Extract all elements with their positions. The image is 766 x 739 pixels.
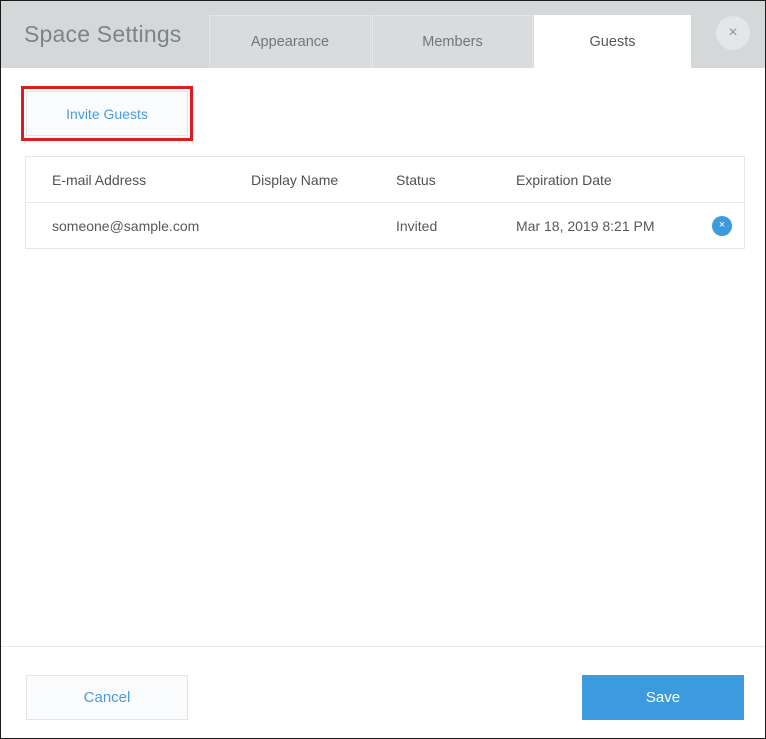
save-button[interactable]: Save xyxy=(582,675,744,720)
tab-appearance[interactable]: Appearance xyxy=(209,15,371,68)
guests-table: E-mail Address Display Name Status Expir… xyxy=(25,156,745,249)
table-header-row: E-mail Address Display Name Status Expir… xyxy=(26,157,744,203)
column-header-expiration-date: Expiration Date xyxy=(516,172,706,188)
cancel-button-label: Cancel xyxy=(84,689,131,706)
table-row: someone@sample.com Invited Mar 18, 2019 … xyxy=(26,203,744,248)
save-button-label: Save xyxy=(646,689,680,706)
column-header-email: E-mail Address xyxy=(26,172,251,188)
close-icon[interactable]: × xyxy=(716,16,750,50)
page-title: Space Settings xyxy=(24,21,182,48)
cancel-button[interactable]: Cancel xyxy=(26,675,188,720)
tab-members[interactable]: Members xyxy=(372,15,533,68)
column-header-status: Status xyxy=(396,172,516,188)
tab-guests-label: Guests xyxy=(590,34,636,50)
column-header-display-name: Display Name xyxy=(251,172,396,188)
invite-guests-label: Invite Guests xyxy=(66,106,148,122)
cell-expiration-date: Mar 18, 2019 8:21 PM xyxy=(516,218,706,234)
tab-appearance-label: Appearance xyxy=(251,34,329,50)
cell-email: someone@sample.com xyxy=(26,218,251,234)
dialog-content: Invite Guests E-mail Address Display Nam… xyxy=(1,68,765,646)
delete-guest-icon[interactable]: × xyxy=(712,216,732,236)
tab-guests[interactable]: Guests xyxy=(534,15,691,68)
invite-guests-button[interactable]: Invite Guests xyxy=(26,91,188,136)
cell-status: Invited xyxy=(396,218,516,234)
dialog-header: Space Settings Appearance Members Guests… xyxy=(1,1,765,68)
tab-members-label: Members xyxy=(422,34,482,50)
dialog-footer: Cancel Save xyxy=(1,646,765,739)
space-settings-dialog: Space Settings Appearance Members Guests… xyxy=(0,0,766,739)
